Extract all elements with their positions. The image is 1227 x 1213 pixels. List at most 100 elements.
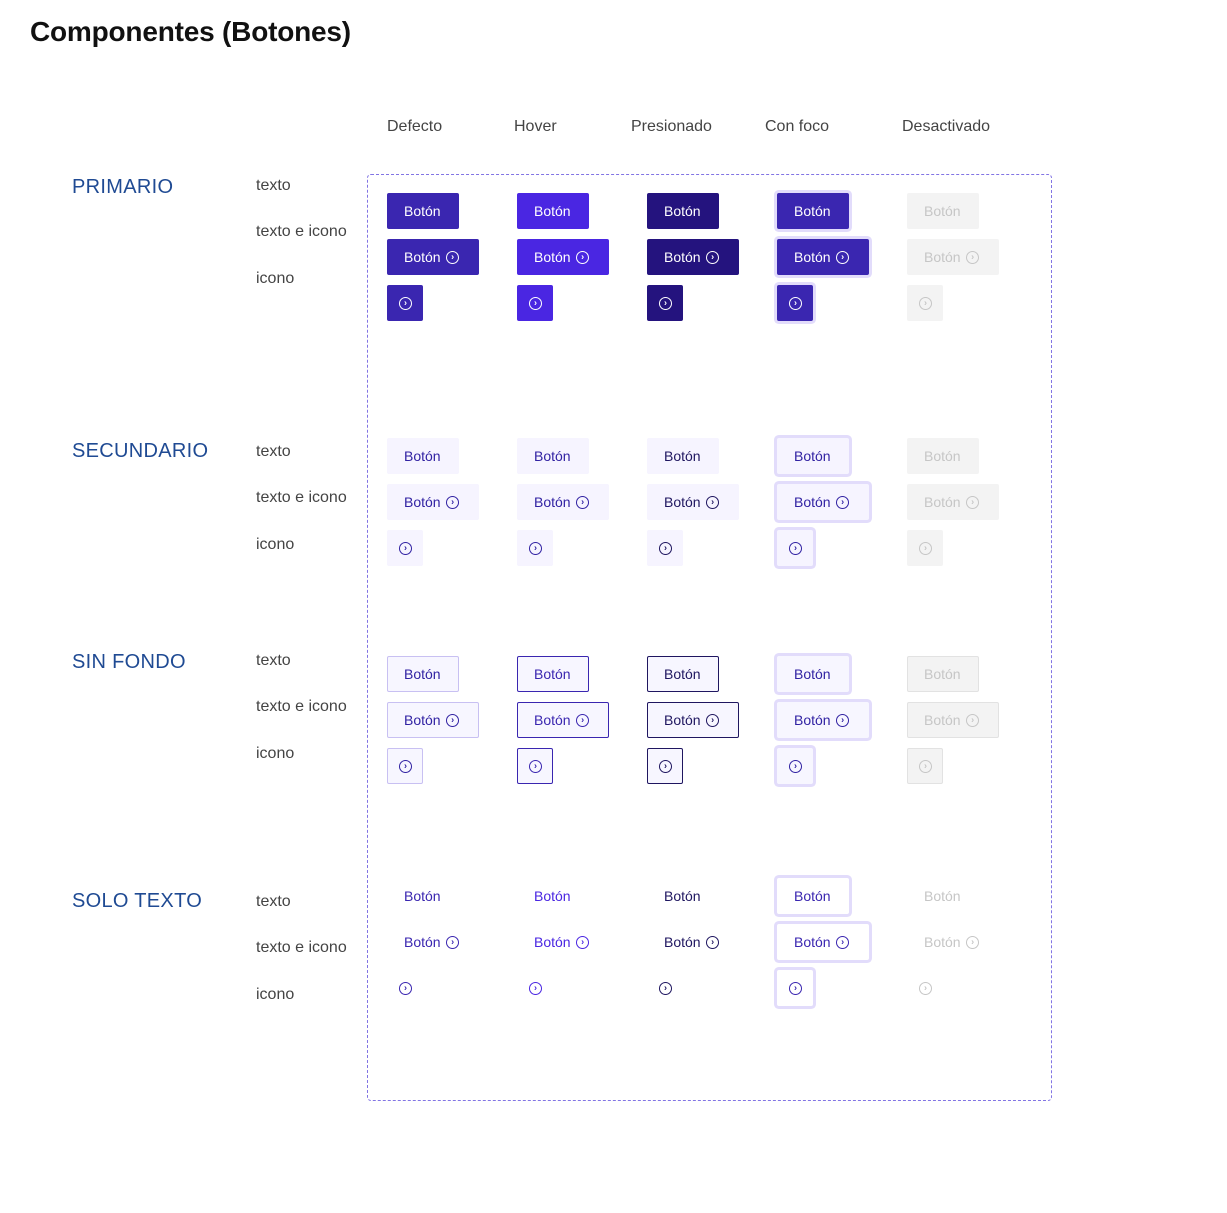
button-label: Botón [924,249,961,265]
button-label: Botón [664,448,701,464]
button-label: Botón [534,712,571,728]
button-solo-texto-icono-desactivado [907,970,943,1006]
button-primario-icono-presionado[interactable] [647,285,683,321]
button-label: Botón [794,203,831,219]
button-sin-fondo-texto-presionado[interactable]: Botón [647,656,719,692]
chevron-circle-right-icon [788,541,802,555]
chevron-circle-right-icon [575,495,589,509]
button-sin-fondo-icono-con-foco[interactable] [777,748,813,784]
button-primario-icono-defecto[interactable] [387,285,423,321]
row-label-texto-icono: texto e icono [256,698,347,715]
chevron-circle-right-icon [658,296,672,310]
button-label: Botón [664,203,701,219]
button-sin-fondo-texto-defecto[interactable]: Botón [387,656,459,692]
button-secundario-icono-presionado[interactable] [647,530,683,566]
button-primario-texto-icono-defecto[interactable]: Botón [387,239,479,275]
button-secundario-texto-hover[interactable]: Botón [517,438,589,474]
button-sin-fondo-icono-hover[interactable] [517,748,553,784]
button-label: Botón [794,666,831,682]
button-solo-texto-texto-icono-hover[interactable]: Botón [517,924,609,960]
button-label: Botón [664,934,701,950]
button-label: Botón [924,203,961,219]
button-solo-texto-icono-con-foco[interactable] [777,970,813,1006]
button-solo-texto-texto-icono-desactivado: Botón [907,924,999,960]
button-solo-texto-icono-hover[interactable] [517,970,553,1006]
button-solo-texto-texto-con-foco[interactable]: Botón [777,878,849,914]
button-secundario-texto-con-foco[interactable]: Botón [777,438,849,474]
button-secundario-texto-icono-con-foco[interactable]: Botón [777,484,869,520]
button-label: Botón [664,712,701,728]
button-primario-icono-hover[interactable] [517,285,553,321]
button-primario-texto-icono-hover[interactable]: Botón [517,239,609,275]
row-label-icono: icono [256,270,295,287]
button-sin-fondo-icono-presionado[interactable] [647,748,683,784]
button-solo-texto-texto-defecto[interactable]: Botón [387,878,459,914]
button-primario-texto-icono-presionado[interactable]: Botón [647,239,739,275]
button-sin-fondo-texto-icono-con-foco[interactable]: Botón [777,702,869,738]
button-label: Botón [924,448,961,464]
button-solo-texto-icono-presionado[interactable] [647,970,683,1006]
chevron-circle-right-icon [445,495,459,509]
chevron-circle-right-icon [918,541,932,555]
button-primario-icono-con-foco[interactable] [777,285,813,321]
button-secundario-texto-defecto[interactable]: Botón [387,438,459,474]
button-label: Botón [924,934,961,950]
button-primario-texto-icono-con-foco[interactable]: Botón [777,239,869,275]
button-label: Botón [534,666,571,682]
chevron-circle-right-icon [788,296,802,310]
button-label: Botón [924,712,961,728]
button-primario-texto-defecto[interactable]: Botón [387,193,459,229]
button-secundario-icono-hover[interactable] [517,530,553,566]
button-secundario-texto-icono-defecto[interactable]: Botón [387,484,479,520]
button-sin-fondo-texto-icono-defecto[interactable]: Botón [387,702,479,738]
button-primario-texto-icono-desactivado: Botón [907,239,999,275]
state-header-defecto: Defecto [387,118,443,135]
button-solo-texto-texto-icono-defecto[interactable]: Botón [387,924,479,960]
button-secundario-icono-defecto[interactable] [387,530,423,566]
button-primario-icono-desactivado [907,285,943,321]
chevron-circle-right-icon [445,935,459,949]
button-sin-fondo-texto-icono-desactivado: Botón [907,702,999,738]
button-sin-fondo-texto-icono-presionado[interactable]: Botón [647,702,739,738]
chevron-circle-right-icon [528,759,542,773]
button-label: Botón [404,666,441,682]
group-title-secundario: SECUNDARIO [72,440,209,462]
chevron-circle-right-icon [705,250,719,264]
button-secundario-texto-presionado[interactable]: Botón [647,438,719,474]
button-label: Botón [404,888,441,904]
chevron-circle-right-icon [528,296,542,310]
button-solo-texto-icono-defecto[interactable] [387,970,423,1006]
button-solo-texto-texto-icono-presionado[interactable]: Botón [647,924,739,960]
chevron-circle-right-icon [575,935,589,949]
chevron-circle-right-icon [398,296,412,310]
chevron-circle-right-icon [658,541,672,555]
button-sin-fondo-texto-icono-hover[interactable]: Botón [517,702,609,738]
row-label-texto: texto [256,893,291,910]
button-solo-texto-texto-icono-con-foco[interactable]: Botón [777,924,869,960]
button-sin-fondo-texto-con-foco[interactable]: Botón [777,656,849,692]
button-sin-fondo-icono-defecto[interactable] [387,748,423,784]
button-solo-texto-texto-presionado[interactable]: Botón [647,878,719,914]
button-label: Botón [794,888,831,904]
button-secundario-texto-icono-presionado[interactable]: Botón [647,484,739,520]
state-header-presionado: Presionado [631,118,712,135]
button-primario-texto-con-foco[interactable]: Botón [777,193,849,229]
variants-frame [367,174,1052,1101]
button-label: Botón [664,666,701,682]
row-label-texto: texto [256,443,291,460]
button-label: Botón [534,249,571,265]
button-solo-texto-texto-hover[interactable]: Botón [517,878,589,914]
button-label: Botón [404,203,441,219]
button-label: Botón [664,249,701,265]
button-primario-texto-hover[interactable]: Botón [517,193,589,229]
button-label: Botón [534,888,571,904]
chevron-circle-right-icon [575,250,589,264]
button-primario-texto-presionado[interactable]: Botón [647,193,719,229]
button-secundario-icono-con-foco[interactable] [777,530,813,566]
button-sin-fondo-texto-hover[interactable]: Botón [517,656,589,692]
chevron-circle-right-icon [918,981,932,995]
button-label: Botón [534,203,571,219]
button-secundario-texto-icono-hover[interactable]: Botón [517,484,609,520]
button-label: Botón [664,494,701,510]
chevron-circle-right-icon [528,981,542,995]
